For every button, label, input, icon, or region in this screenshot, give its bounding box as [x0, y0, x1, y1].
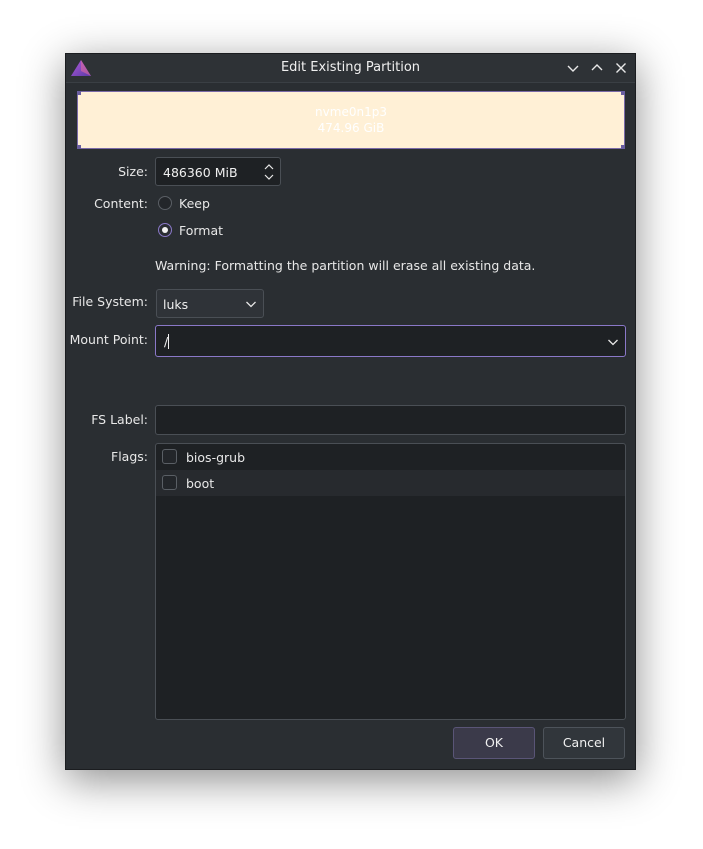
window-title: Edit Existing Partition	[280, 60, 421, 75]
partition-preview: nvme0n1p3 474.96 GiB	[77, 91, 625, 149]
title-bar: Edit Existing Partition	[66, 54, 635, 83]
fs-label-label: FS Label:	[91, 412, 148, 427]
selection-corner	[621, 91, 625, 95]
mount-point-label: Mount Point:	[69, 332, 148, 347]
size-label: Size:	[118, 164, 148, 179]
selection-corner	[77, 145, 81, 149]
size-value: 486360 MiB	[163, 165, 238, 180]
keep-radio-label: Keep	[179, 196, 210, 211]
filesystem-select[interactable]: luks	[156, 289, 264, 318]
chevron-down-icon	[567, 65, 579, 72]
flag-item-boot[interactable]: boot	[156, 470, 625, 496]
format-radio[interactable]	[158, 223, 172, 237]
flags-label: Flags:	[111, 449, 148, 464]
flags-list[interactable]: bios-grub boot	[155, 443, 626, 720]
minimize-button[interactable]	[563, 58, 583, 78]
keep-radio[interactable]	[158, 196, 172, 210]
maximize-button[interactable]	[587, 58, 607, 78]
partition-name: nvme0n1p3	[315, 105, 387, 119]
partition-size: 474.96 GiB	[317, 121, 385, 135]
format-warning: Warning: Formatting the partition will e…	[155, 258, 536, 273]
close-button[interactable]	[611, 58, 631, 78]
filesystem-label: File System:	[72, 294, 148, 309]
bios-grub-checkbox[interactable]	[162, 449, 177, 464]
selection-corner	[77, 91, 81, 95]
ok-button[interactable]: OK	[453, 727, 535, 759]
close-icon	[616, 63, 626, 73]
filesystem-value: luks	[163, 297, 189, 312]
cancel-button[interactable]: Cancel	[543, 727, 625, 759]
content-label: Content:	[94, 196, 148, 211]
size-spinbox[interactable]: 486360 MiB	[155, 157, 281, 186]
flag-item-bios-grub[interactable]: bios-grub	[156, 444, 625, 470]
chevron-down-icon	[246, 301, 256, 308]
fs-label-input[interactable]	[155, 405, 626, 435]
chevron-up-icon	[591, 64, 603, 71]
boot-checkbox[interactable]	[162, 475, 177, 490]
text-cursor	[168, 334, 169, 349]
selection-corner	[621, 145, 625, 149]
edit-partition-dialog: Edit Existing Partition nvme0n1p3 474.96…	[65, 53, 636, 770]
format-radio-label: Format	[179, 223, 224, 238]
chevron-down-icon[interactable]	[607, 336, 619, 348]
spin-arrows-icon[interactable]	[262, 161, 276, 183]
mount-point-combo[interactable]: /	[155, 325, 626, 357]
flag-label: boot	[186, 476, 215, 491]
flag-label: bios-grub	[186, 450, 246, 465]
